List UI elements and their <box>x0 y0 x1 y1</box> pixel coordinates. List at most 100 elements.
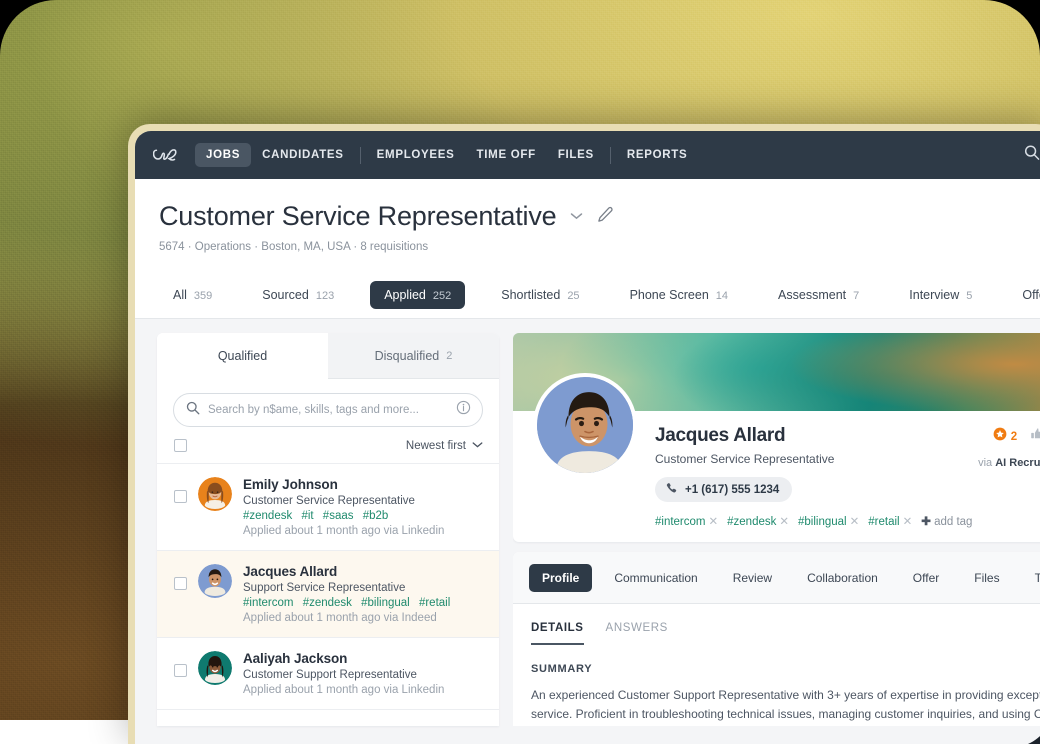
source-prefix: via <box>978 457 992 469</box>
subtab-details[interactable]: DETAILS <box>531 622 584 645</box>
tag[interactable]: #intercom <box>243 597 294 609</box>
search-input[interactable] <box>208 404 448 416</box>
content-area: Qualified Disqualified 2 <box>135 319 1040 726</box>
nav-item-jobs[interactable]: JOBS <box>195 143 251 167</box>
tab-review[interactable]: Review <box>720 564 785 592</box>
close-icon[interactable]: ✕ <box>903 516 913 528</box>
tab-disqualified[interactable]: Disqualified 2 <box>328 333 499 379</box>
nav-item-list: JOBS CANDIDATES EMPLOYEES TIME OFF FILES… <box>195 143 698 167</box>
close-icon[interactable]: ✕ <box>850 516 860 528</box>
candidate-info: Aaliyah Jackson Customer Support Represe… <box>243 651 444 696</box>
tag[interactable]: #it <box>301 510 313 522</box>
candidate-info: Emily Johnson Customer Service Represent… <box>243 477 444 537</box>
stage-count: 14 <box>716 290 728 302</box>
pipeline-stage-shortlisted[interactable]: Shortlisted 25 <box>487 281 593 309</box>
thumbs-up-rating[interactable]: 0 <box>1030 427 1040 446</box>
phone-number: +1 (617) 555 1234 <box>685 484 779 496</box>
info-circle-icon[interactable] <box>456 400 471 420</box>
subtab-answers[interactable]: ANSWERS <box>606 622 668 645</box>
select-all-checkbox[interactable] <box>174 439 187 452</box>
tag[interactable]: #zendesk <box>303 597 352 609</box>
pipeline-stage-offer[interactable]: Offer <box>1008 281 1040 309</box>
pipeline-stage-assessment[interactable]: Assessment 7 <box>764 281 873 309</box>
tab-files[interactable]: Files <box>961 564 1012 592</box>
search-icon <box>186 401 200 420</box>
candidate-tags: #zendesk #it #saas #b2b <box>243 510 444 522</box>
tag-label: #intercom <box>655 516 706 528</box>
candidate-detail-panel: Jacques Allard Customer Service Represen… <box>513 333 1040 726</box>
nav-item-time-off[interactable]: TIME OFF <box>466 143 547 167</box>
profile-tabs-card: Profile Communication Review Collaborati… <box>513 552 1040 726</box>
workable-logo-icon[interactable] <box>153 144 183 166</box>
sort-dropdown[interactable]: Newest first <box>406 440 483 452</box>
tag[interactable]: #saas <box>323 510 354 522</box>
tag[interactable]: #b2b <box>363 510 389 522</box>
chevron-down-icon[interactable] <box>570 208 583 226</box>
search-icon[interactable] <box>1024 145 1040 166</box>
tab-timeline[interactable]: Timeline <box>1022 564 1040 592</box>
profile-main: Jacques Allard Customer Service Represen… <box>513 411 1040 542</box>
app-viewport: JOBS CANDIDATES EMPLOYEES TIME OFF FILES… <box>135 131 1040 744</box>
list-item[interactable]: Jacques Allard Support Service Represent… <box>157 551 499 638</box>
tab-qualified[interactable]: Qualified <box>157 333 328 379</box>
pipeline-stage-phone-screen[interactable]: Phone Screen 14 <box>616 281 742 309</box>
stage-name: Shortlisted <box>501 288 560 302</box>
profile-card: Jacques Allard Customer Service Represen… <box>513 333 1040 542</box>
profile-ratings-area: 2 0 <box>978 427 1040 469</box>
nav-item-candidates[interactable]: CANDIDATES <box>251 143 355 167</box>
summary-section: SUMMARY An experienced Customer Support … <box>513 645 1040 726</box>
pipeline-stage-sourced[interactable]: Sourced 123 <box>248 281 348 309</box>
tag-label: #zendesk <box>727 516 776 528</box>
stage-count: 25 <box>567 290 579 302</box>
nav-item-employees[interactable]: EMPLOYEES <box>366 143 466 167</box>
close-icon[interactable]: ✕ <box>709 516 719 528</box>
tag[interactable]: #zendesk✕ <box>727 514 789 528</box>
row-checkbox[interactable] <box>174 490 187 503</box>
phone-chip[interactable]: +1 (617) 555 1234 <box>655 477 792 502</box>
candidate-meta: Applied about 1 month ago via Linkedin <box>243 684 444 696</box>
stage-name: All <box>173 288 187 302</box>
chevron-down-icon <box>472 440 483 452</box>
tag[interactable]: #intercom✕ <box>655 514 718 528</box>
nav-item-files[interactable]: FILES <box>547 143 605 167</box>
tab-communication[interactable]: Communication <box>601 564 710 592</box>
candidate-tags: #intercom #zendesk #bilingual #retail <box>243 597 456 609</box>
tag[interactable]: #retail ✕ <box>868 514 912 528</box>
list-toolbar: Newest first <box>157 427 499 464</box>
top-navigation-bar: JOBS CANDIDATES EMPLOYEES TIME OFF FILES… <box>135 131 1040 179</box>
nav-divider <box>610 147 611 164</box>
search-box[interactable] <box>173 393 483 427</box>
pipeline-stage-interview[interactable]: Interview 5 <box>895 281 986 309</box>
close-icon[interactable]: ✕ <box>779 516 789 528</box>
summary-label: SUMMARY <box>531 663 1040 675</box>
pipeline-stage-applied[interactable]: Applied 252 <box>370 281 465 309</box>
star-badge-icon <box>993 427 1007 446</box>
row-checkbox[interactable] <box>174 577 187 590</box>
tag[interactable]: #zendesk <box>243 510 292 522</box>
candidate-list-panel: Qualified Disqualified 2 <box>157 333 499 726</box>
tag[interactable]: #bilingual✕ <box>798 514 859 528</box>
stage-name: Assessment <box>778 288 846 302</box>
tag[interactable]: #bilingual <box>361 597 410 609</box>
list-item[interactable]: Emily Johnson Customer Service Represent… <box>157 464 499 551</box>
candidate-title: Customer Service Representative <box>243 495 444 507</box>
star-rating[interactable]: 2 <box>993 427 1017 446</box>
tag-label: #retail <box>868 516 899 528</box>
plus-icon: ✚ <box>921 516 931 528</box>
pipeline-stage-all[interactable]: All 359 <box>159 281 226 309</box>
avatar[interactable] <box>533 373 637 477</box>
tab-collaboration[interactable]: Collaboration <box>794 564 891 592</box>
list-item[interactable]: Aaliyah Jackson Customer Support Represe… <box>157 638 499 710</box>
tab-offer[interactable]: Offer <box>900 564 952 592</box>
row-checkbox[interactable] <box>174 664 187 677</box>
tag[interactable]: #retail <box>419 597 450 609</box>
tab-count: 2 <box>446 350 452 362</box>
source-name[interactable]: AI Recruiter <box>995 457 1040 469</box>
candidate-meta: Applied about 1 month ago via Linkedin <box>243 525 444 537</box>
nav-item-reports[interactable]: REPORTS <box>616 143 699 167</box>
tab-profile[interactable]: Profile <box>529 564 592 592</box>
add-tag-button[interactable]: ✚ add tag <box>921 514 972 528</box>
nav-divider <box>360 147 361 164</box>
avatar <box>198 651 232 685</box>
pencil-icon[interactable] <box>597 206 614 228</box>
